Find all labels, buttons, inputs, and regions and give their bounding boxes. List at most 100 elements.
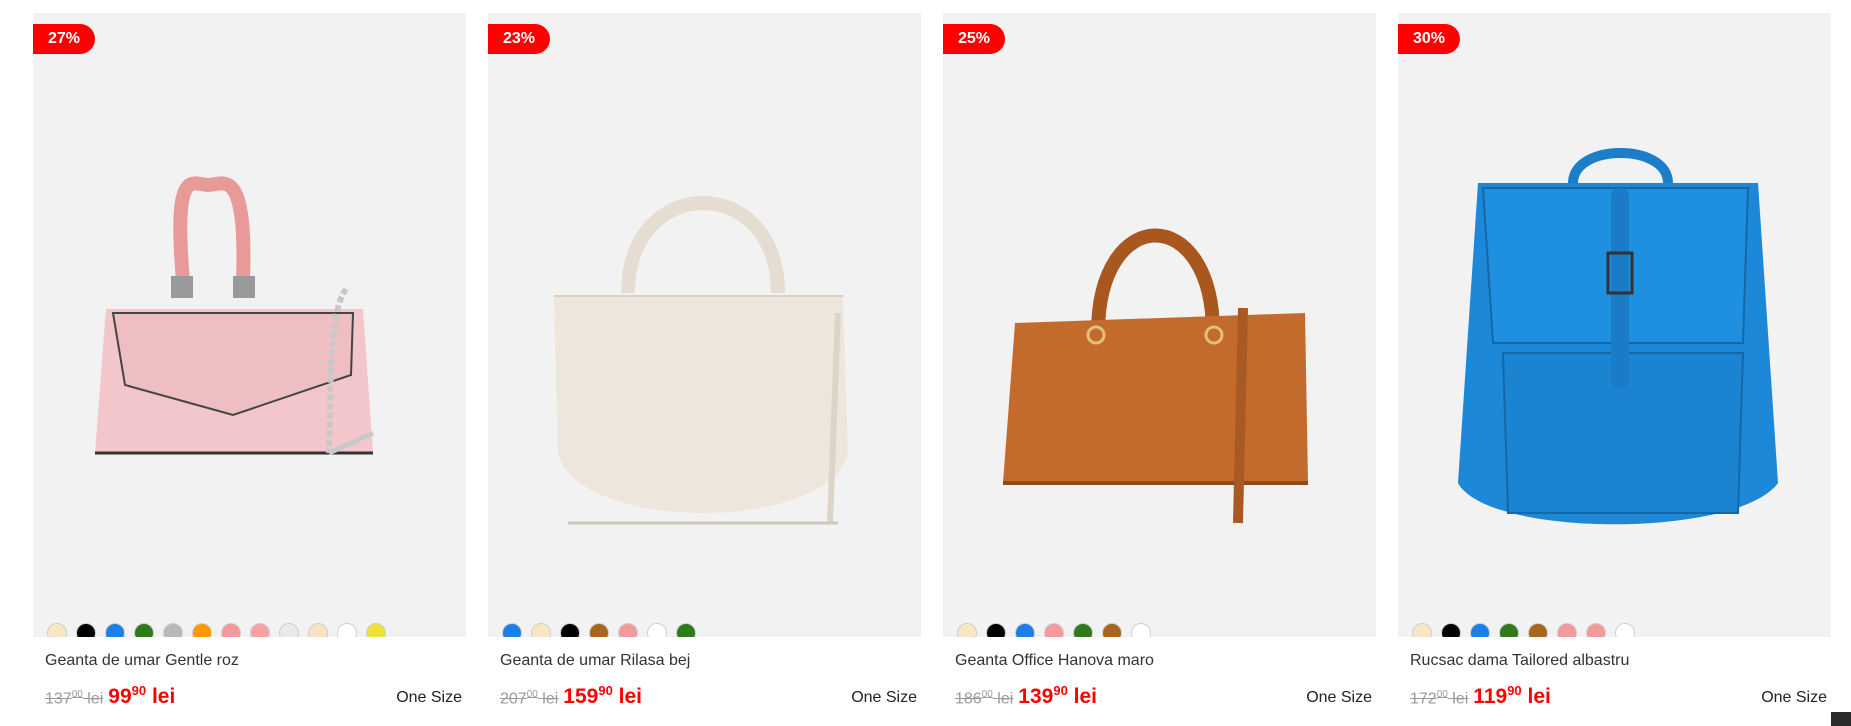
product-card[interactable]: 27% Geanta de umar Gentle roz 13700 lei … [33, 13, 466, 726]
new-price-int: 119 [1473, 685, 1508, 708]
color-swatch[interactable] [192, 623, 212, 637]
product-image[interactable]: 23% [488, 13, 921, 637]
price-block: 17200 lei 11990 lei [1410, 683, 1551, 709]
new-price-dec: 90 [598, 683, 613, 698]
product-card[interactable]: 30% Rucsac dama Tailored albastru 17200 … [1398, 13, 1831, 726]
product-card[interactable]: 23% Geanta de umar Rilasa bej 20700 lei … [488, 13, 921, 726]
product-image[interactable]: 25% [943, 13, 1376, 637]
product-info: Geanta de umar Gentle roz 13700 lei 9990… [33, 637, 466, 726]
product-info: Rucsac dama Tailored albastru 17200 lei … [1398, 637, 1831, 726]
product-size: One Size [1761, 689, 1827, 706]
color-swatch[interactable] [1131, 623, 1151, 637]
color-swatch[interactable] [221, 623, 241, 637]
blue-backpack-image [1458, 148, 1778, 525]
color-swatch[interactable] [163, 623, 183, 637]
new-price: 15990 lei [563, 683, 642, 709]
color-swatch[interactable] [1102, 623, 1122, 637]
product-info: Geanta de umar Rilasa bej 20700 lei 1599… [488, 637, 921, 726]
product-card[interactable]: 25% Geanta Office Hanova maro 18600 lei … [943, 13, 1376, 726]
old-price-currency: lei [87, 690, 104, 707]
color-swatch[interactable] [1015, 623, 1035, 637]
color-swatch[interactable] [676, 623, 696, 637]
old-price-int: 172 [1410, 690, 1437, 707]
color-swatches [502, 623, 696, 637]
product-name[interactable]: Geanta de umar Gentle roz [45, 652, 239, 670]
color-swatch[interactable] [1044, 623, 1064, 637]
scroll-to-top-button[interactable] [1831, 712, 1851, 726]
old-price-int: 137 [45, 690, 72, 707]
color-swatch[interactable] [250, 623, 270, 637]
color-swatch[interactable] [1470, 623, 1490, 637]
old-price-dec: 00 [981, 688, 993, 700]
color-swatch[interactable] [647, 623, 667, 637]
price-block: 13700 lei 9990 lei [45, 683, 175, 709]
old-price: 13700 lei [45, 689, 103, 708]
new-price-int: 139 [1018, 685, 1054, 708]
brown-handbag-image [1003, 228, 1308, 524]
new-price-currency: lei [1073, 685, 1098, 708]
product-size: One Size [851, 689, 917, 706]
color-swatch[interactable] [1528, 623, 1548, 637]
color-swatches [1412, 623, 1635, 637]
product-info: Geanta Office Hanova maro 18600 lei 1399… [943, 637, 1376, 726]
product-name[interactable]: Rucsac dama Tailored albastru [1410, 652, 1629, 670]
product-size: One Size [396, 689, 462, 706]
new-price-currency: lei [618, 685, 643, 708]
color-swatch[interactable] [134, 623, 154, 637]
discount-badge: 23% [488, 24, 551, 54]
color-swatch[interactable] [47, 623, 67, 637]
product-image[interactable]: 30% [1398, 13, 1831, 637]
new-price-dec: 90 [131, 683, 147, 698]
color-swatch[interactable] [308, 623, 328, 637]
product-grid: 27% Geanta de umar Gentle roz 13700 lei … [33, 13, 1831, 726]
old-price: 20700 lei [500, 689, 558, 708]
new-price-int: 99 [108, 685, 132, 708]
old-price-currency: lei [997, 690, 1014, 707]
price-block: 20700 lei 15990 lei [500, 683, 642, 709]
new-price: 9990 lei [108, 683, 175, 709]
color-swatch[interactable] [279, 623, 299, 637]
color-swatch[interactable] [366, 623, 386, 637]
color-swatch[interactable] [531, 623, 551, 637]
color-swatches [957, 623, 1151, 637]
product-name[interactable]: Geanta de umar Rilasa bej [500, 652, 690, 670]
color-swatch[interactable] [337, 623, 357, 637]
old-price-dec: 00 [526, 688, 538, 700]
discount-badge: 27% [33, 24, 96, 54]
old-price: 18600 lei [955, 689, 1013, 708]
new-price-int: 159 [563, 685, 599, 708]
color-swatch[interactable] [1441, 623, 1461, 637]
new-price-dec: 90 [1507, 683, 1522, 698]
old-price-dec: 00 [71, 688, 83, 700]
product-image[interactable]: 27% [33, 13, 466, 637]
new-price: 11990 lei [1473, 683, 1551, 709]
price-block: 18600 lei 13990 lei [955, 683, 1097, 709]
new-price-currency: lei [1527, 685, 1551, 708]
color-swatch[interactable] [589, 623, 609, 637]
color-swatch[interactable] [1615, 623, 1635, 637]
color-swatch[interactable] [618, 623, 638, 637]
color-swatch[interactable] [1412, 623, 1432, 637]
beige-tote-image [554, 196, 848, 525]
old-price-int: 207 [500, 690, 527, 707]
discount-badge: 30% [1398, 24, 1461, 54]
old-price: 17200 lei [1410, 689, 1468, 708]
color-swatch[interactable] [957, 623, 977, 637]
color-swatch[interactable] [1586, 623, 1606, 637]
product-size: One Size [1306, 689, 1372, 706]
old-price-int: 186 [955, 690, 982, 707]
color-swatch[interactable] [502, 623, 522, 637]
color-swatch[interactable] [105, 623, 125, 637]
color-swatch[interactable] [1499, 623, 1519, 637]
product-name[interactable]: Geanta Office Hanova maro [955, 652, 1154, 670]
color-swatch[interactable] [560, 623, 580, 637]
new-price: 13990 lei [1018, 683, 1097, 709]
old-price-dec: 00 [1436, 688, 1448, 700]
color-swatch[interactable] [1557, 623, 1577, 637]
old-price-currency: lei [542, 690, 559, 707]
color-swatch[interactable] [1073, 623, 1093, 637]
pink-handbag-image [95, 176, 375, 456]
color-swatch[interactable] [986, 623, 1006, 637]
old-price-currency: lei [1452, 690, 1469, 707]
color-swatch[interactable] [76, 623, 96, 637]
